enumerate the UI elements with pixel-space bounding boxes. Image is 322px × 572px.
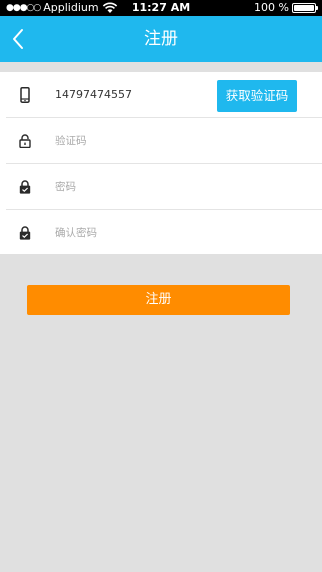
get-code-button[interactable]: 获取验证码 — [217, 80, 297, 112]
lock-open-icon — [17, 133, 33, 149]
nav-bar: 注册 — [0, 16, 322, 62]
register-form: 14797474557 获取验证码 验证码 密码 确认密码 — [0, 72, 322, 254]
confirm-password-field[interactable]: 确认密码 — [55, 210, 97, 256]
lock-icon — [17, 179, 33, 195]
phone-row: 14797474557 获取验证码 — [0, 72, 322, 118]
header-gap — [0, 62, 322, 72]
phone-icon — [17, 87, 33, 103]
status-right: 100 % — [254, 1, 318, 14]
page-title: 注册 — [144, 29, 178, 49]
battery-percent: 100 % — [254, 1, 289, 14]
register-button[interactable]: 注册 — [27, 285, 290, 315]
lock-icon — [17, 225, 33, 241]
confirm-password-row: 确认密码 — [0, 210, 322, 256]
password-field[interactable]: 密码 — [55, 164, 76, 210]
code-field[interactable]: 验证码 — [55, 118, 87, 164]
code-row: 验证码 — [0, 118, 322, 164]
phone-field[interactable]: 14797474557 — [55, 72, 132, 118]
battery-icon — [292, 2, 318, 13]
password-row: 密码 — [0, 164, 322, 210]
status-bar: ●●●○○ Applidium 11:27 AM 100 % — [0, 0, 322, 16]
